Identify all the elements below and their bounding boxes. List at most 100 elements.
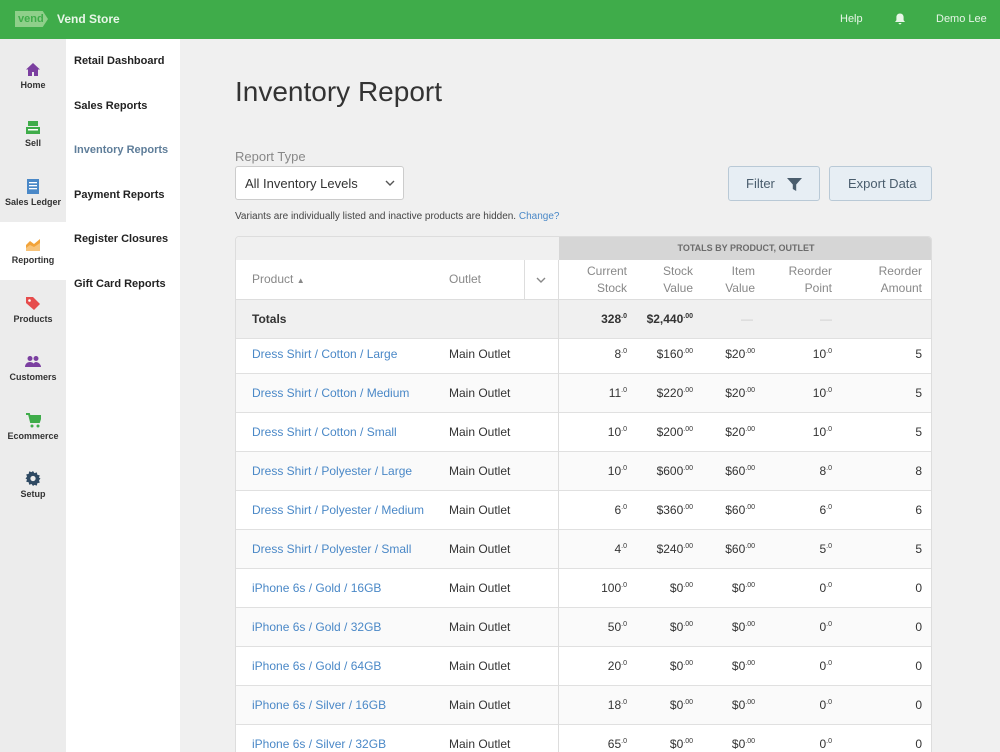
item-value-cell: $20.00: [725, 386, 755, 400]
totals-current-stock: 328.0: [601, 312, 627, 326]
user-menu[interactable]: Demo Lee: [936, 13, 987, 25]
column-toggle-chevron-icon[interactable]: [535, 274, 547, 286]
product-link[interactable]: Dress Shirt / Polyester / Small: [252, 530, 411, 569]
reorder-amount-cell: 6: [915, 503, 922, 517]
current-stock-cell: 50.0: [607, 620, 627, 634]
reorder-amount-cell: 0: [915, 581, 922, 595]
product-link[interactable]: Dress Shirt / Cotton / Small: [252, 413, 397, 452]
item-value-cell: $60.00: [725, 464, 755, 478]
nav-label: Products: [13, 314, 53, 324]
current-stock-cell: 18.0: [607, 698, 627, 712]
reorder-point-cell: 0.0: [819, 659, 832, 673]
product-link[interactable]: Dress Shirt / Polyester / Medium: [252, 491, 424, 530]
product-link[interactable]: iPhone 6s / Gold / 64GB: [252, 647, 381, 686]
nav-label: Customers: [9, 372, 57, 382]
current-stock-cell: 100.0: [601, 581, 627, 595]
ledger-icon: [27, 179, 39, 194]
product-link[interactable]: iPhone 6s / Gold / 32GB: [252, 608, 381, 647]
outlet-cell: Main Outlet: [449, 386, 511, 400]
item-value-cell: $0.00: [731, 698, 755, 712]
subnav-retail-dashboard[interactable]: Retail Dashboard: [74, 55, 164, 67]
header-current-stock[interactable]: Current Stock: [587, 263, 627, 297]
tag-icon: [26, 297, 40, 310]
export-data-button[interactable]: Export Data: [829, 166, 932, 201]
stock-value-cell: $160.00: [656, 347, 693, 361]
product-link[interactable]: Dress Shirt / Polyester / Large: [252, 452, 412, 491]
nav-ecommerce[interactable]: Ecommerce: [0, 398, 66, 456]
outlet-cell: Main Outlet: [449, 581, 511, 595]
chevron-down-icon: [385, 180, 395, 186]
item-value-cell: $0.00: [731, 737, 755, 751]
totals-row: Totals 328.0 $2,440.00 — —: [236, 300, 931, 339]
nav-sell[interactable]: Sell: [0, 105, 66, 163]
subnav-sales-reports[interactable]: Sales Reports: [74, 100, 147, 112]
reorder-amount-cell: 8: [915, 464, 922, 478]
totals-item-value: —: [741, 312, 753, 326]
icon-nav: Home Sell Sales Ledger Reporting Product…: [0, 39, 66, 752]
product-link[interactable]: Dress Shirt / Cotton / Medium: [252, 374, 409, 413]
product-link[interactable]: iPhone 6s / Gold / 16GB: [252, 569, 381, 608]
nav-customers[interactable]: Customers: [0, 339, 66, 397]
table-row: iPhone 6s / Gold / 64GB Main Outlet 20.0 $0…: [236, 647, 931, 686]
outlet-cell: Main Outlet: [449, 542, 511, 556]
nav-setup[interactable]: Setup: [0, 456, 66, 514]
nav-label: Setup: [20, 489, 46, 499]
nav-reporting[interactable]: Reporting: [0, 222, 66, 280]
stock-value-cell: $0.00: [669, 620, 693, 634]
reorder-amount-cell: 5: [915, 542, 922, 556]
outlet-cell: Main Outlet: [449, 698, 511, 712]
subnav-inventory-reports[interactable]: Inventory Reports: [74, 144, 168, 156]
nav-sales-ledger[interactable]: Sales Ledger: [0, 164, 66, 222]
current-stock-cell: 65.0: [607, 737, 627, 751]
export-label: Export Data: [848, 176, 917, 191]
page-title: Inventory Report: [235, 76, 442, 107]
reorder-amount-cell: 5: [915, 386, 922, 400]
change-link[interactable]: Change?: [519, 211, 560, 222]
subnav-register-closures[interactable]: Register Closures: [74, 233, 168, 245]
table-row: Dress Shirt / Polyester / Small Main Outl…: [236, 530, 931, 569]
filter-button[interactable]: Filter: [728, 166, 820, 201]
current-stock-cell: 20.0: [607, 659, 627, 673]
nav-label: Sell: [24, 138, 41, 148]
chart-icon: [26, 239, 40, 251]
sort-asc-icon: ▲: [296, 276, 305, 285]
current-stock-cell: 4.0: [614, 542, 627, 556]
help-link[interactable]: Help: [840, 13, 863, 25]
outlet-cell: Main Outlet: [449, 425, 511, 439]
report-type-select[interactable]: All Inventory Levels: [235, 166, 404, 200]
item-value-cell: $20.00: [725, 347, 755, 361]
reorder-amount-cell: 0: [915, 659, 922, 673]
outlet-cell: Main Outlet: [449, 464, 511, 478]
item-value-cell: $0.00: [731, 620, 755, 634]
product-link[interactable]: Dress Shirt / Cotton / Large: [252, 335, 397, 374]
reorder-point-cell: 10.0: [812, 425, 832, 439]
product-link[interactable]: iPhone 6s / Silver / 32GB: [252, 725, 386, 752]
nav-products[interactable]: Products: [0, 281, 66, 339]
subnav-gift-card-reports[interactable]: Gift Card Reports: [74, 278, 166, 290]
bell-icon[interactable]: [893, 12, 907, 26]
reorder-point-cell: 0.0: [819, 737, 832, 751]
header-outlet[interactable]: Outlet: [449, 271, 481, 288]
header-reorder-point[interactable]: Reorder Point: [789, 263, 832, 297]
store-name[interactable]: Vend Store: [57, 12, 120, 26]
filter-label: Filter: [746, 176, 775, 191]
reorder-point-cell: 0.0: [819, 620, 832, 634]
header-reorder-amount[interactable]: Reorder Amount: [879, 263, 922, 297]
header-stock-value[interactable]: Stock Value: [663, 263, 693, 297]
current-stock-cell: 11.0: [608, 386, 627, 400]
reorder-point-cell: 10.0: [812, 386, 832, 400]
table-row: iPhone 6s / Gold / 32GB Main Outlet 50.0 $0…: [236, 608, 931, 647]
vend-logo[interactable]: vend: [15, 11, 48, 27]
header-product[interactable]: Product ▲: [252, 271, 305, 289]
outlet-cell: Main Outlet: [449, 347, 511, 361]
header-item-value[interactable]: Item Value: [725, 263, 755, 297]
subnav-payment-reports[interactable]: Payment Reports: [74, 189, 164, 201]
nav-home[interactable]: Home: [0, 47, 66, 105]
current-stock-cell: 10.0: [607, 464, 627, 478]
table-row: iPhone 6s / Gold / 16GB Main Outlet 100.0 $…: [236, 569, 931, 608]
reorder-point-cell: 0.0: [819, 581, 832, 595]
nav-label: Home: [20, 80, 46, 90]
reorder-amount-cell: 0: [915, 620, 922, 634]
product-link[interactable]: iPhone 6s / Silver / 16GB: [252, 686, 386, 725]
report-type-value: All Inventory Levels: [245, 176, 358, 191]
